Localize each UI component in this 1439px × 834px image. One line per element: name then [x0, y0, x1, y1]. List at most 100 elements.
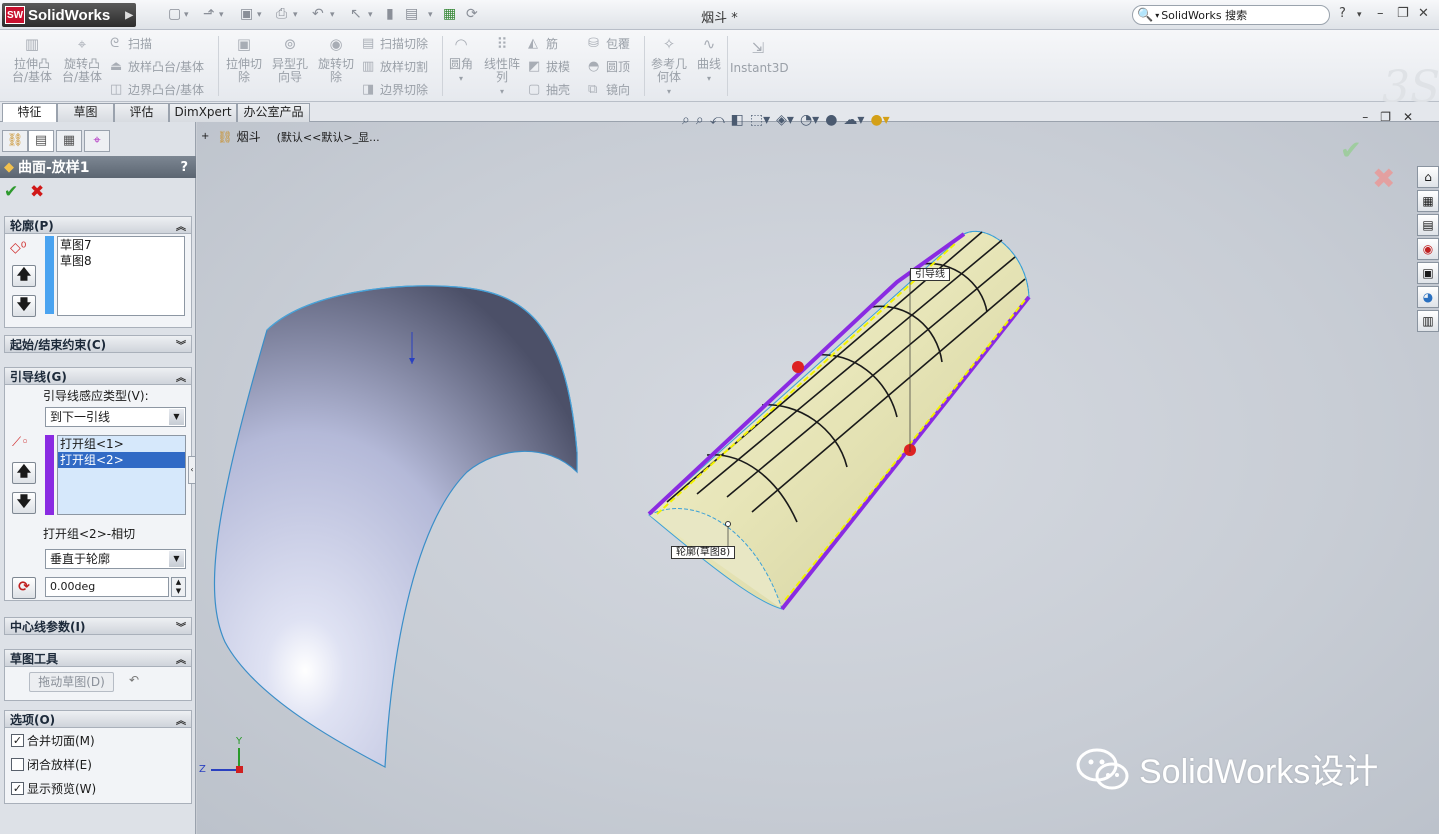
mirror-button[interactable]: ⧉ 镜向 [588, 80, 630, 98]
reference-geometry-dropdown-icon[interactable]: ▾ [667, 87, 671, 96]
move-down-button[interactable]: 🡇 [12, 295, 36, 317]
show-preview-checkbox[interactable]: ✓ 显示预览(W) [11, 780, 96, 797]
list-item-selected[interactable]: 打开组<2> [58, 452, 185, 468]
guide-curves-header[interactable]: 引导线(G) ︽ [4, 367, 192, 385]
list-item[interactable]: 草图8 [58, 253, 184, 269]
help-dropdown-icon[interactable]: ▾ [1357, 10, 1362, 20]
save-icon[interactable]: ▣ [240, 6, 253, 22]
angle-spinner[interactable]: ▲ ▼ [171, 577, 186, 597]
merge-faces-checkbox[interactable]: ✓ 合并切面(M) [11, 732, 95, 749]
edit-appearance-icon[interactable]: ● [825, 112, 837, 128]
collapse-icon[interactable]: ︽ [176, 218, 186, 233]
section-view-icon[interactable]: ◧ [731, 112, 744, 128]
design-library-icon[interactable]: ▦ [1417, 190, 1439, 212]
tab-office-products[interactable]: 办公室产品 [237, 103, 310, 122]
zoom-to-area-icon[interactable]: ⌕ [696, 112, 704, 128]
checkbox-checked[interactable]: ✓ [11, 734, 24, 747]
panel-splitter-handle[interactable]: ‹ [188, 456, 196, 484]
display-style-icon[interactable]: ◈▾ [776, 112, 794, 128]
list-item[interactable]: 打开组<1> [58, 436, 185, 452]
search-results-icon[interactable]: ◉ [1417, 238, 1439, 260]
curves-dropdown-icon[interactable]: ▾ [707, 74, 711, 83]
save-dropdown-icon[interactable]: ▾ [257, 10, 262, 20]
guide-curves-list[interactable]: 打开组<1> 打开组<2> [57, 435, 186, 515]
revolve-cut-button[interactable]: ◉ 旋转切除 [310, 37, 362, 84]
confirm-ok-icon[interactable]: ✔ [1340, 136, 1362, 166]
expand-icon[interactable]: ︾ [176, 337, 186, 352]
instant3d-button[interactable]: ⇲ Instant3D [730, 41, 789, 75]
angle-input[interactable]: 0.00deg [45, 577, 169, 597]
reference-geometry-button[interactable]: ✧ 参考几 何体 ▾ [644, 37, 694, 98]
tab-evaluate[interactable]: 评估 [114, 103, 169, 122]
close-loft-checkbox[interactable]: 闭合放样(E) [11, 756, 92, 773]
expand-icon[interactable]: + [201, 131, 209, 142]
home-icon[interactable]: ⌂ [1417, 166, 1439, 188]
tab-features[interactable]: 特征 [2, 103, 57, 123]
checkbox-checked[interactable]: ✓ [11, 782, 24, 795]
ok-button[interactable]: ✔ [4, 182, 18, 202]
search-input[interactable]: 🔍 ▾ SolidWorks 搜索 [1132, 5, 1330, 25]
loft-cut-button[interactable]: ▥ 放样切割 [362, 57, 428, 75]
open-icon[interactable]: ⬏ [203, 6, 215, 22]
restore-icon[interactable]: ❐ [1397, 6, 1409, 21]
cancel-button[interactable]: ✖ [30, 182, 44, 202]
checkbox-unchecked[interactable] [11, 758, 24, 771]
start-end-constraints-header[interactable]: 起始/结束约束(C) ︾ [4, 335, 192, 353]
reverse-direction-button[interactable]: ⟳ [12, 577, 36, 599]
loft-boss-button[interactable]: ⏏ 放样凸台/基体 [110, 57, 204, 75]
dimxpert-manager-tab-icon[interactable]: ⌖ [84, 130, 110, 152]
expand-icon[interactable]: ︾ [176, 619, 186, 634]
feature-manager-tab-icon[interactable]: ⛓ [2, 130, 28, 152]
file-explorer-icon[interactable]: ▤ [1417, 214, 1439, 236]
file-properties-icon[interactable]: ▤ [405, 6, 418, 22]
undo-icon[interactable]: ↶ [312, 6, 324, 22]
new-document-icon[interactable]: ▢ [168, 6, 181, 22]
rib-button[interactable]: ◭ 筋 [528, 34, 558, 52]
undo-drag-icon[interactable]: ↶ [129, 673, 139, 687]
custom-properties-icon[interactable]: ▥ [1417, 310, 1439, 332]
dome-button[interactable]: ◓ 圆顶 [588, 57, 630, 75]
sketch-tools-header[interactable]: 草图工具 ︽ [4, 649, 192, 667]
move-up-button[interactable]: 🡅 [12, 265, 36, 287]
list-item[interactable]: 草图7 [58, 237, 184, 253]
solidworks-menu-button[interactable]: SW SolidWorks ▶ [2, 3, 136, 27]
options-icon[interactable]: ▦ [443, 6, 456, 22]
move-down-button[interactable]: 🡇 [12, 492, 36, 514]
help-button[interactable]: ? [180, 160, 188, 175]
select-dropdown-icon[interactable]: ▾ [368, 10, 373, 20]
refresh-icon[interactable]: ⟳ [466, 6, 478, 22]
select-icon[interactable]: ↖ [350, 6, 362, 22]
confirm-cancel-icon[interactable]: ✖ [1372, 162, 1395, 195]
guide-influence-select[interactable]: 到下一引线 ▼ [45, 407, 186, 427]
revolve-boss-button[interactable]: ⌖ 旋转凸 台/基体 [56, 37, 108, 84]
options-header[interactable]: 选项(O) ︽ [4, 710, 192, 728]
previous-view-icon[interactable]: ⤺ [710, 112, 725, 128]
move-up-button[interactable]: 🡅 [12, 462, 36, 484]
hide-show-items-icon[interactable]: ◔▾ [800, 112, 819, 128]
new-dropdown-icon[interactable]: ▾ [184, 10, 189, 20]
help-icon[interactable]: ? [1339, 6, 1346, 21]
profiles-group-header[interactable]: 轮廓(P) ︽ [4, 216, 192, 234]
tab-dimxpert[interactable]: DimXpert [169, 103, 237, 122]
open-dropdown-icon[interactable]: ▾ [219, 10, 224, 20]
view-settings-icon[interactable]: ●▾ [870, 112, 889, 128]
search-dropdown-icon[interactable]: ▾ [1155, 11, 1159, 20]
print-icon[interactable]: ⎙ [276, 6, 287, 22]
zoom-to-fit-icon[interactable]: ⌕ [682, 112, 690, 128]
configuration-manager-tab-icon[interactable]: ▦ [56, 130, 82, 152]
undo-dropdown-icon[interactable]: ▾ [330, 10, 335, 20]
drag-sketch-button[interactable]: 拖动草图(D) [29, 672, 114, 692]
wrap-button[interactable]: ⛁ 包覆 [588, 34, 630, 52]
collapse-icon[interactable]: ︽ [176, 712, 186, 727]
profile-callout[interactable]: 轮廓(草图8) [671, 546, 736, 559]
profiles-list[interactable]: 草图7 草图8 [57, 236, 185, 316]
hole-wizard-button[interactable]: ⊚ 异型孔 向导 [264, 37, 316, 84]
appearances-icon[interactable]: ◕ [1417, 286, 1439, 308]
guide-curve-callout[interactable]: 引导线 [910, 268, 950, 281]
curves-button[interactable]: ∿ 曲线 ▾ [688, 37, 730, 85]
feature-tree-flyout[interactable]: + ⛓ 烟斗 (默认<<默认>_显... [201, 128, 380, 145]
fillet-dropdown-icon[interactable]: ▾ [459, 74, 463, 83]
print-dropdown-icon[interactable]: ▾ [293, 10, 298, 20]
close-icon[interactable]: ✕ [1418, 6, 1429, 21]
extrude-cut-button[interactable]: ▣ 拉伸切除 [218, 37, 270, 84]
